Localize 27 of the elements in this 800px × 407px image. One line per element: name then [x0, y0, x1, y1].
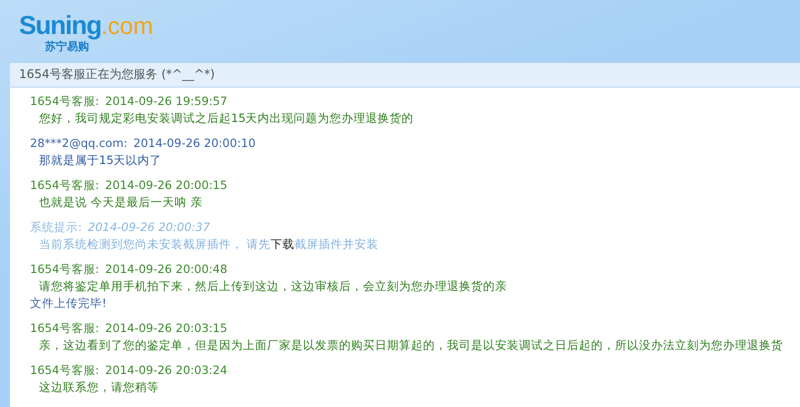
message-text: 这边联系您，请您稍等 — [38, 379, 160, 396]
message-sender: 系统提示: — [30, 219, 82, 236]
message-time: 2014-09-26 20:03:15 — [105, 320, 228, 337]
logo-suffix: .com — [101, 14, 154, 40]
panel-title: 1654号客服正在为您服务 (*^__^*) — [19, 66, 215, 83]
message-sender: 1654号客服: — [30, 177, 100, 194]
message-text: 请您将鉴定单用手机拍下来，然后上传到这边，这边审核后，会立刻为您办理退换货的亲 — [38, 278, 508, 295]
logo-brand: Suning — [19, 12, 102, 38]
message-text: 您好，我司规定彩电安装调试之后起15天内出现问题为您办理退换货的 — [38, 110, 415, 127]
message-text: 当前系统检测到您尚未安装截屏插件， 请先下载截屏插件并安装 — [38, 236, 380, 253]
message-time: 2014-09-26 20:03:24 — [105, 362, 228, 379]
download-link[interactable]: 下载 — [270, 237, 295, 251]
message-sender: 1654号客服: — [30, 261, 100, 278]
message-time: 2014-09-26 19:59:57 — [105, 93, 228, 110]
message-sender: 1654号客服: — [30, 93, 100, 110]
message-text: 亲，这边看到了您的鉴定单，但是因为上面厂家是以发票的购买日期算起的，我司是以安装调试之日后起的，所以没办法立刻为您办理退换货 — [38, 337, 784, 354]
message-text: 那就是属于15天以内了 — [38, 152, 163, 169]
message-time: 2014-09-26 20:00:15 — [105, 177, 228, 194]
message-time: 2014-09-26 20:00:37 — [88, 219, 210, 236]
upload-status: 文件上传完毕! — [30, 295, 108, 312]
message-sender: 1654号客服: — [30, 362, 100, 379]
message-sender: 28***2@qq.com: — [30, 135, 128, 152]
message-time: 2014-09-26 20:00:10 — [133, 135, 256, 152]
message-text: 也就是说 今天是最后一天呐 亲 — [38, 194, 204, 211]
logo-subtitle: 苏宁易购 — [45, 40, 90, 54]
message-time: 2014-09-26 20:00:48 — [105, 261, 228, 278]
message-sender: 1654号客服: — [30, 320, 100, 337]
